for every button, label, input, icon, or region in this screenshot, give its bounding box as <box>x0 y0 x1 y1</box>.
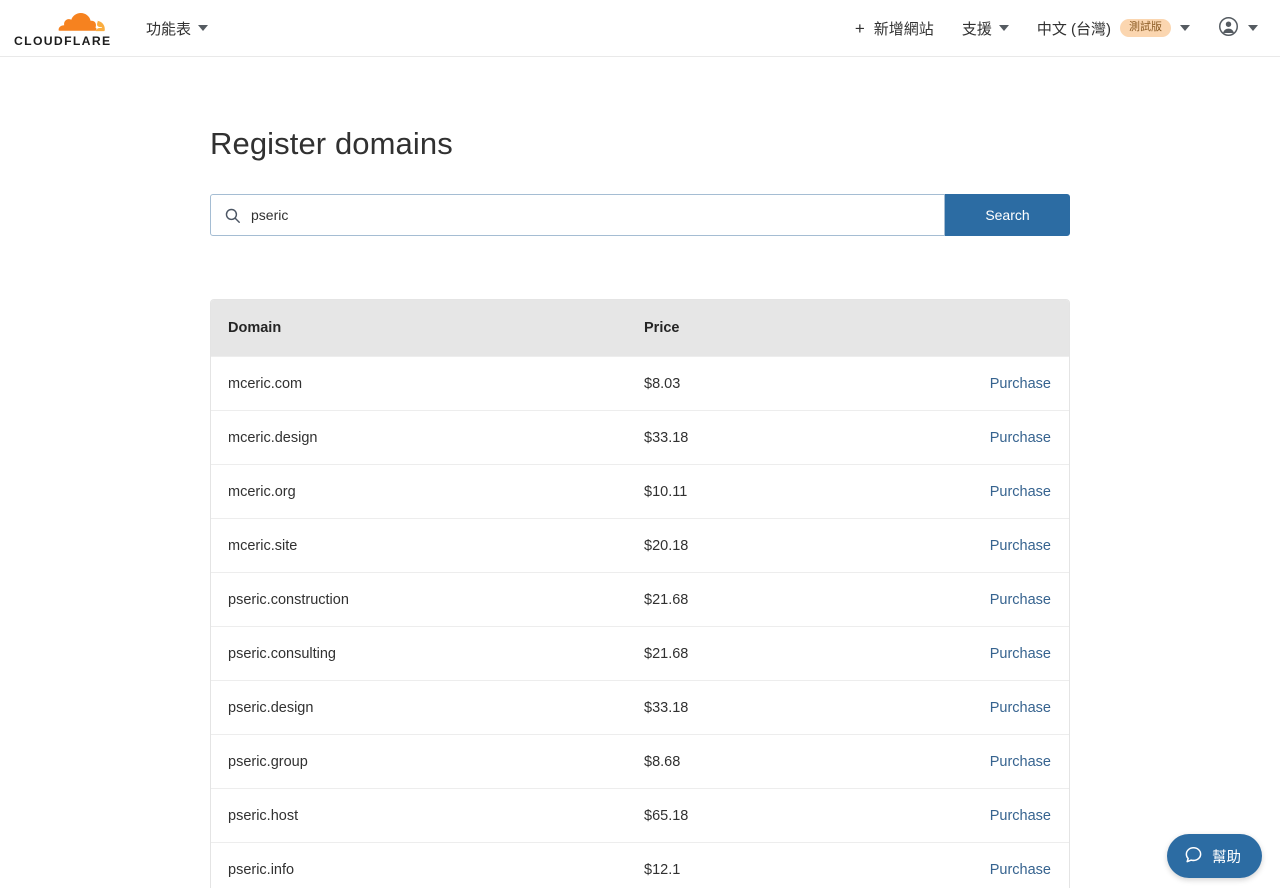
cell-action: Purchase <box>964 808 1069 824</box>
account-menu[interactable] <box>1218 16 1258 41</box>
table-row: pseric.info $12.1 Purchase <box>211 842 1069 888</box>
purchase-link[interactable]: Purchase <box>990 646 1051 662</box>
table-header-row: Domain Price <box>211 300 1069 357</box>
user-circle-icon <box>1218 16 1239 41</box>
secondary-nav: + 新增網站 支援 中文 (台灣) 測試版 <box>855 16 1258 41</box>
cell-action: Purchase <box>964 376 1069 392</box>
cell-price: $33.18 <box>644 699 689 716</box>
add-site-button[interactable]: + 新增網站 <box>855 18 934 39</box>
purchase-link[interactable]: Purchase <box>990 808 1051 824</box>
cloudflare-logo[interactable]: CLOUDFLARE <box>12 7 116 49</box>
cell-action: Purchase <box>964 700 1069 716</box>
cell-action: Purchase <box>964 430 1069 446</box>
search-input[interactable] <box>251 195 944 236</box>
cell-price: $8.68 <box>644 753 681 770</box>
table-row: pseric.host $65.18 Purchase <box>211 788 1069 843</box>
nav-item-menu[interactable]: 功能表 <box>146 18 209 39</box>
cell-action: Purchase <box>964 538 1069 554</box>
cell-action: Purchase <box>964 754 1069 770</box>
table-row: pseric.group $8.68 Purchase <box>211 734 1069 789</box>
language-menu[interactable]: 中文 (台灣) 測試版 <box>1037 18 1190 39</box>
cell-price: $65.18 <box>644 807 689 824</box>
support-label: 支援 <box>961 20 992 38</box>
purchase-link[interactable]: Purchase <box>990 430 1051 446</box>
chevron-down-icon <box>1180 25 1190 31</box>
chevron-down-icon <box>1248 25 1258 31</box>
cell-domain: mceric.com <box>228 375 303 392</box>
plus-icon: + <box>854 18 865 38</box>
help-widget-label: 幫助 <box>1212 849 1241 866</box>
help-widget-button[interactable]: 幫助 <box>1167 834 1262 878</box>
cell-price: $20.18 <box>644 537 689 554</box>
svg-text:CLOUDFLARE: CLOUDFLARE <box>14 34 111 48</box>
cell-price: $8.03 <box>644 375 681 392</box>
nav-item-menu-label: 功能表 <box>146 20 192 38</box>
support-menu[interactable]: 支援 <box>962 18 1009 39</box>
purchase-link[interactable]: Purchase <box>990 862 1051 878</box>
purchase-link[interactable]: Purchase <box>990 538 1051 554</box>
beta-badge: 測試版 <box>1120 19 1171 37</box>
cell-price: $10.11 <box>644 483 688 500</box>
purchase-link[interactable]: Purchase <box>990 376 1051 392</box>
table-row: pseric.consulting $21.68 Purchase <box>211 626 1069 681</box>
search-field[interactable] <box>210 194 945 237</box>
cell-domain: pseric.construction <box>228 591 349 608</box>
purchase-link[interactable]: Purchase <box>990 484 1051 500</box>
cell-domain: mceric.org <box>228 483 296 500</box>
cell-domain: mceric.design <box>228 429 318 446</box>
table-row: mceric.design $33.18 Purchase <box>211 410 1069 465</box>
add-site-label: 新增網站 <box>873 20 934 38</box>
table-row: mceric.com $8.03 Purchase <box>211 356 1069 411</box>
cell-action: Purchase <box>964 862 1069 878</box>
cell-domain: pseric.group <box>228 753 308 770</box>
top-navigation-bar: CLOUDFLARE 功能表 + 新增網站 支援 中文 (台灣) 測試版 <box>0 0 1280 57</box>
chevron-down-icon <box>998 25 1009 31</box>
cell-action: Purchase <box>964 646 1069 662</box>
chevron-down-icon <box>198 25 209 31</box>
table-row: mceric.site $20.18 Purchase <box>211 518 1069 573</box>
domain-results-table: Domain Price mceric.com $8.03 Purchase mcer… <box>210 299 1070 888</box>
search-button[interactable]: Search <box>945 194 1070 237</box>
column-header-price: Price <box>644 320 680 337</box>
cell-price: $21.68 <box>644 645 689 662</box>
column-header-domain: Domain <box>228 320 282 337</box>
cell-domain: pseric.consulting <box>228 645 336 662</box>
cell-domain: pseric.design <box>228 699 314 716</box>
purchase-link[interactable]: Purchase <box>990 754 1051 770</box>
language-label: 中文 (台灣) <box>1036 20 1111 38</box>
table-row: pseric.construction $21.68 Purchase <box>211 572 1069 627</box>
cell-domain: pseric.host <box>228 807 299 824</box>
page-title: Register domains <box>210 126 453 161</box>
cell-domain: pseric.info <box>228 861 295 878</box>
search-icon <box>224 207 241 224</box>
cell-domain: mceric.site <box>228 537 298 554</box>
table-row: pseric.design $33.18 Purchase <box>211 680 1069 735</box>
cell-price: $33.18 <box>644 429 689 446</box>
domain-search-row: Search <box>210 194 1070 237</box>
primary-nav: 功能表 <box>146 18 209 39</box>
table-row: mceric.org $10.11 Purchase <box>211 464 1069 519</box>
cell-action: Purchase <box>964 592 1069 608</box>
chat-bubble-icon <box>1184 845 1203 868</box>
purchase-link[interactable]: Purchase <box>990 592 1051 608</box>
cell-price: $12.1 <box>644 861 681 878</box>
page-content: Register domains Search Domain Price mce… <box>0 57 1280 888</box>
purchase-link[interactable]: Purchase <box>990 700 1051 716</box>
cell-action: Purchase <box>964 484 1069 500</box>
cloudflare-cloud-icon: CLOUDFLARE <box>14 13 111 48</box>
cell-price: $21.68 <box>644 591 689 608</box>
